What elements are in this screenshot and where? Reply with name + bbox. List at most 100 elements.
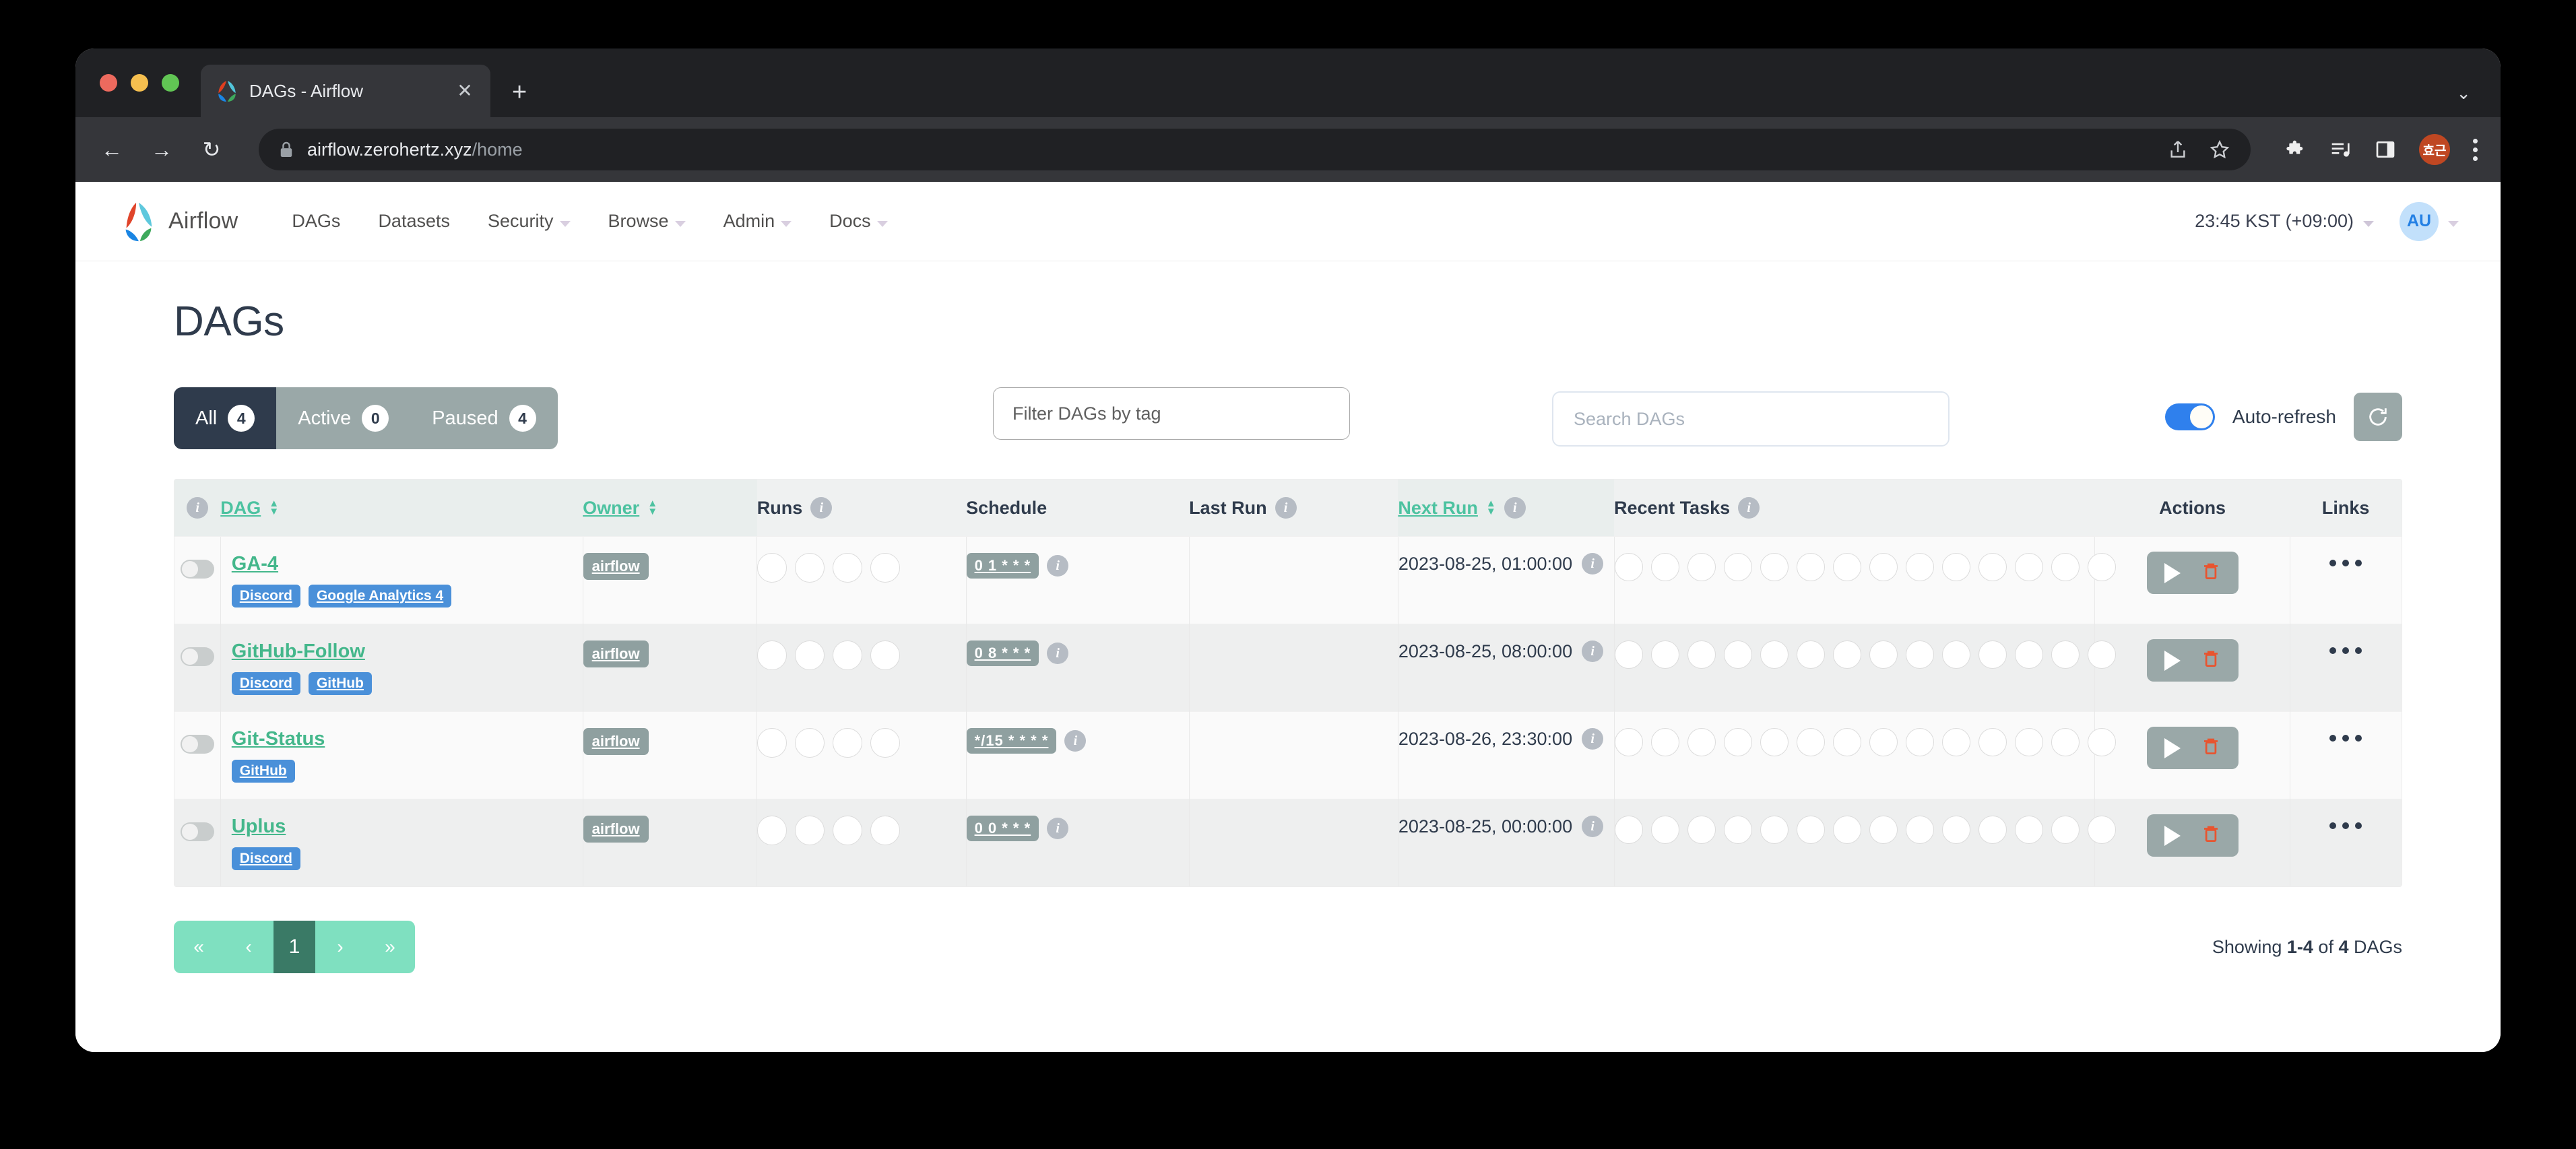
status-circle[interactable] bbox=[2014, 641, 2043, 669]
timezone-selector[interactable]: 23:45 KST (+09:00) bbox=[2195, 211, 2374, 232]
status-circle[interactable] bbox=[757, 728, 787, 758]
status-circle[interactable] bbox=[1723, 641, 1752, 669]
dag-owner-badge[interactable]: airflow bbox=[583, 816, 649, 843]
info-icon[interactable]: i bbox=[1047, 818, 1069, 839]
status-circle[interactable] bbox=[2087, 816, 2116, 844]
dag-name-link[interactable]: GA-4 bbox=[232, 553, 278, 575]
dag-tag[interactable]: GitHub bbox=[308, 672, 372, 695]
status-circle[interactable] bbox=[870, 641, 901, 670]
dag-pause-toggle[interactable] bbox=[180, 647, 214, 666]
dag-links-menu[interactable] bbox=[2329, 822, 2362, 829]
status-circle[interactable] bbox=[1796, 816, 1825, 844]
trigger-dag-button[interactable] bbox=[2164, 562, 2181, 583]
tag-filter-input[interactable]: Filter DAGs by tag bbox=[993, 387, 1350, 440]
status-circle[interactable] bbox=[1978, 816, 2007, 844]
info-icon[interactable]: i bbox=[1582, 816, 1604, 837]
info-icon[interactable]: i bbox=[1275, 497, 1297, 519]
status-circle[interactable] bbox=[833, 553, 863, 583]
status-circle[interactable] bbox=[2087, 641, 2116, 669]
dag-links-menu[interactable] bbox=[2329, 735, 2362, 742]
dag-owner-badge[interactable]: airflow bbox=[583, 728, 649, 755]
status-circle[interactable] bbox=[2014, 728, 2043, 756]
delete-dag-button[interactable] bbox=[2201, 561, 2221, 585]
user-menu[interactable]: AU bbox=[2400, 201, 2459, 241]
status-circle[interactable] bbox=[870, 728, 901, 758]
status-circle[interactable] bbox=[1905, 728, 1934, 756]
dag-pause-toggle[interactable] bbox=[180, 822, 214, 841]
filter-tab-active[interactable]: Active 0 bbox=[276, 387, 411, 449]
dag-name-link[interactable]: Git-Status bbox=[232, 728, 325, 750]
status-circle[interactable] bbox=[1869, 553, 1898, 581]
status-circle[interactable] bbox=[757, 816, 787, 845]
status-circle[interactable] bbox=[1723, 553, 1752, 581]
status-circle[interactable] bbox=[1869, 816, 1898, 844]
status-circle[interactable] bbox=[1614, 728, 1643, 756]
dag-schedule-badge[interactable]: */15 * * * * bbox=[966, 728, 1057, 754]
info-icon[interactable]: i bbox=[1738, 497, 1760, 519]
status-circle[interactable] bbox=[1723, 816, 1752, 844]
filter-tab-paused[interactable]: Paused 4 bbox=[410, 387, 558, 449]
info-icon[interactable]: i bbox=[1047, 643, 1069, 664]
airflow-brand[interactable]: Airflow bbox=[117, 201, 238, 242]
forward-button[interactable]: → bbox=[148, 139, 175, 160]
pagination-first[interactable]: « bbox=[174, 921, 224, 973]
info-icon[interactable]: i bbox=[810, 497, 833, 519]
refresh-button[interactable] bbox=[2354, 393, 2402, 441]
status-circle[interactable] bbox=[1978, 553, 2007, 581]
close-tab-icon[interactable]: ✕ bbox=[454, 81, 476, 100]
status-circle[interactable] bbox=[833, 816, 863, 845]
status-circle[interactable] bbox=[1687, 816, 1716, 844]
back-button[interactable]: ← bbox=[98, 139, 125, 160]
nav-item-docs[interactable]: Docs bbox=[810, 211, 907, 232]
status-circle[interactable] bbox=[2051, 641, 2080, 669]
nav-item-security[interactable]: Security bbox=[469, 211, 589, 232]
dag-tag[interactable]: Google Analytics 4 bbox=[308, 585, 452, 608]
info-icon[interactable]: i bbox=[187, 497, 209, 519]
status-circle[interactable] bbox=[2051, 553, 2080, 581]
dag-owner-badge[interactable]: airflow bbox=[583, 553, 649, 580]
status-circle[interactable] bbox=[1869, 641, 1898, 669]
status-circle[interactable] bbox=[1723, 728, 1752, 756]
status-circle[interactable] bbox=[2087, 553, 2116, 581]
status-circle[interactable] bbox=[795, 641, 825, 670]
status-circle[interactable] bbox=[795, 816, 825, 845]
status-circle[interactable] bbox=[757, 641, 787, 670]
status-circle[interactable] bbox=[1832, 553, 1861, 581]
status-circle[interactable] bbox=[1869, 728, 1898, 756]
dag-schedule-badge[interactable]: 0 1 * * * bbox=[966, 553, 1039, 579]
dag-schedule-badge[interactable]: 0 8 * * * bbox=[966, 641, 1039, 666]
status-circle[interactable] bbox=[1832, 816, 1861, 844]
side-panel-icon[interactable] bbox=[2375, 139, 2396, 160]
status-circle[interactable] bbox=[1614, 641, 1643, 669]
dag-tag[interactable]: Discord bbox=[231, 672, 300, 695]
status-circle[interactable] bbox=[1760, 816, 1789, 844]
status-circle[interactable] bbox=[1905, 816, 1934, 844]
col-header-owner-label[interactable]: Owner bbox=[583, 498, 639, 519]
status-circle[interactable] bbox=[1687, 641, 1716, 669]
dag-tag[interactable]: GitHub bbox=[231, 760, 295, 783]
info-icon[interactable]: i bbox=[1047, 555, 1069, 577]
status-circle[interactable] bbox=[1941, 728, 1970, 756]
dag-owner-badge[interactable]: airflow bbox=[583, 641, 649, 667]
bookmark-star-icon[interactable] bbox=[2209, 139, 2230, 160]
status-circle[interactable] bbox=[2051, 728, 2080, 756]
status-circle[interactable] bbox=[1978, 641, 2007, 669]
nav-item-dags[interactable]: DAGs bbox=[273, 211, 359, 232]
nav-item-datasets[interactable]: Datasets bbox=[359, 211, 469, 232]
info-icon[interactable]: i bbox=[1582, 553, 1604, 574]
delete-dag-button[interactable] bbox=[2201, 824, 2221, 847]
minimize-window-button[interactable] bbox=[131, 74, 148, 92]
status-circle[interactable] bbox=[1941, 816, 1970, 844]
status-circle[interactable] bbox=[833, 728, 863, 758]
delete-dag-button[interactable] bbox=[2201, 736, 2221, 760]
status-circle[interactable] bbox=[1760, 553, 1789, 581]
pagination-last[interactable]: » bbox=[365, 921, 415, 973]
status-circle[interactable] bbox=[1614, 553, 1643, 581]
dag-pause-toggle[interactable] bbox=[180, 735, 214, 754]
status-circle[interactable] bbox=[870, 816, 901, 845]
status-circle[interactable] bbox=[1687, 553, 1716, 581]
status-circle[interactable] bbox=[1905, 641, 1934, 669]
trigger-dag-button[interactable] bbox=[2164, 825, 2181, 846]
status-circle[interactable] bbox=[2051, 816, 2080, 844]
col-header-next-run-label[interactable]: Next Run bbox=[1398, 498, 1478, 519]
